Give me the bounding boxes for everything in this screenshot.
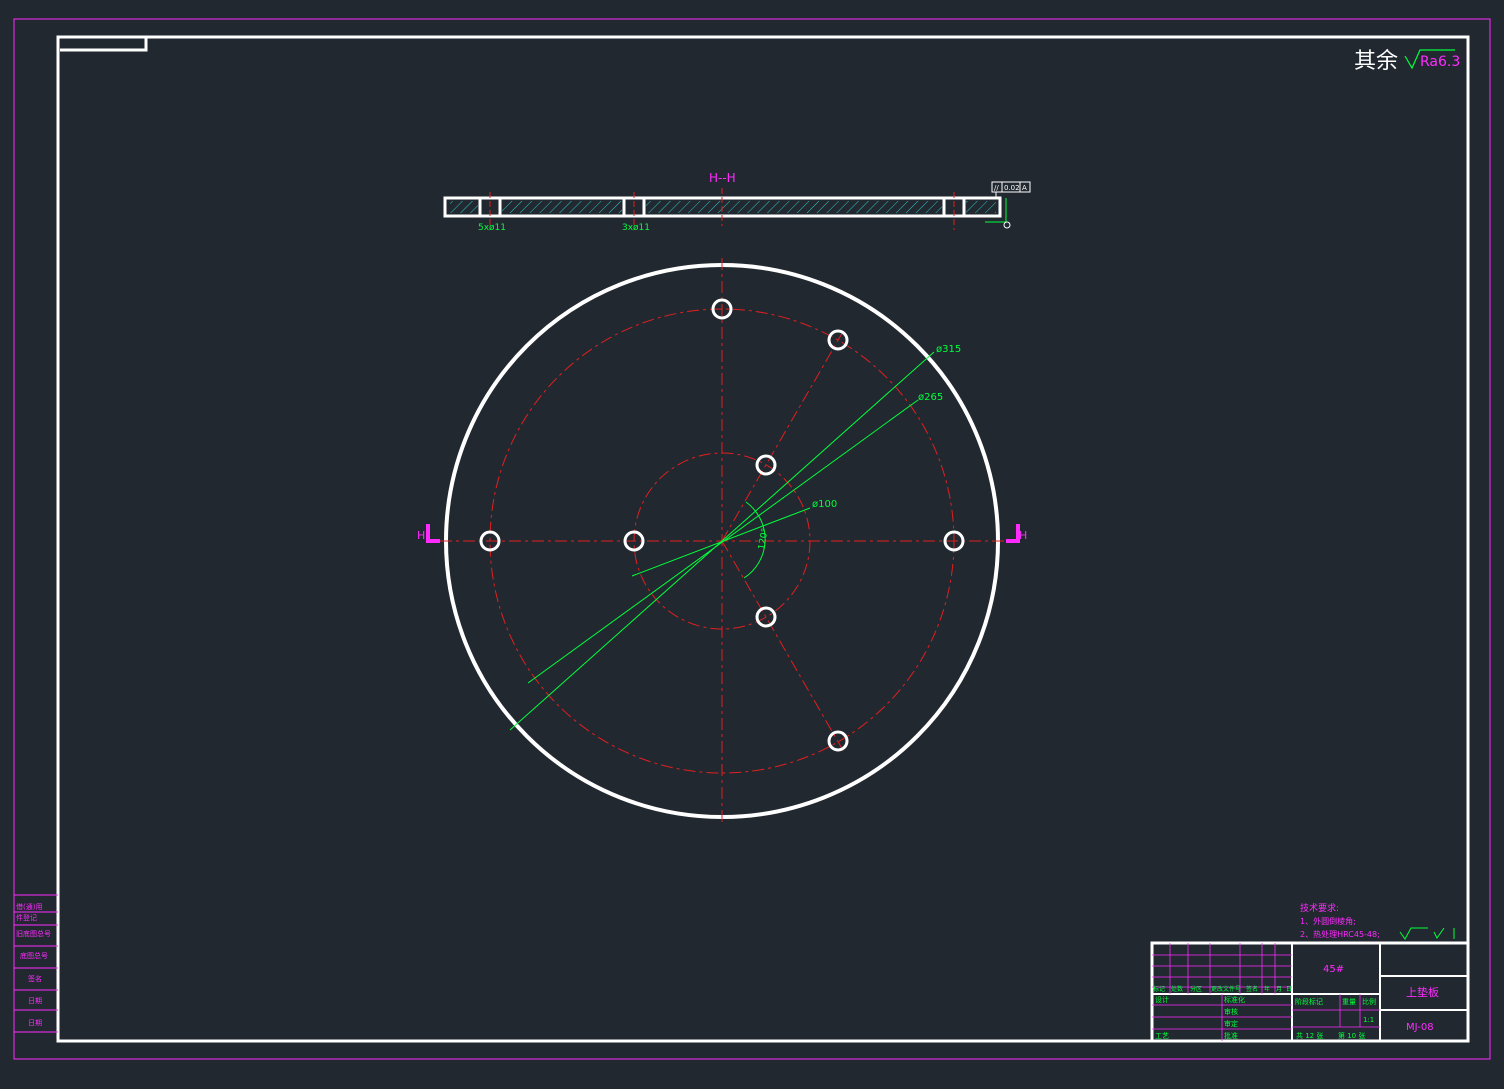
- datum-icon: [1003, 221, 1011, 229]
- rev-h-7: 月: [1276, 986, 1282, 993]
- section-hatch-b: [502, 201, 622, 213]
- section-marker-right-label: H: [1019, 529, 1027, 542]
- tolerance-symbol: //: [994, 184, 999, 192]
- tech-check-icon: [1433, 927, 1445, 939]
- section-marker-right: H: [1006, 524, 1027, 543]
- side-stamp: 借(通)用 件登记 旧底图总号 底图总号 签名 日期 日期: [14, 894, 58, 1033]
- section-marker-left-label: H: [417, 529, 425, 542]
- role-standard: 标准化: [1224, 995, 1245, 1004]
- section-title: H--H: [709, 171, 736, 185]
- rev-h-6: 年: [1264, 985, 1270, 993]
- title-block: 标记 处数 分区 更改文件号 签名 年 月 日 设计 标准化 审核 审定 工艺 …: [1150, 941, 1470, 1043]
- section-hatch-d: [966, 201, 996, 213]
- role-ratify: 批准: [1224, 1031, 1238, 1040]
- plan-view: ø315 ø265 ø100 120° H H: [417, 258, 1027, 822]
- rev-h-5: 签名: [1246, 985, 1258, 993]
- sheet-no: 第 10 张: [1338, 1031, 1365, 1040]
- tech-requirements: 技术要求: 1、外圆倒棱角; 2、热处理HRC45-48;: [1300, 902, 1455, 940]
- drawing-no: MJ-08: [1406, 1022, 1434, 1033]
- surface-roughness-note: 其余 Ra6.3: [1354, 49, 1460, 74]
- roughness-value: Ra6.3: [1420, 54, 1460, 70]
- stamp-row-7: 日期: [28, 1019, 42, 1027]
- stamp-row-1: 借(通)用: [16, 902, 42, 911]
- section-view: H--H 5xø11 3xø11 // 0.02 A: [443, 171, 1031, 233]
- tech-line-1: 1、外圆倒棱角;: [1300, 916, 1356, 926]
- scale-value: 1:1: [1363, 1016, 1374, 1024]
- dim-d100: ø100: [812, 499, 837, 510]
- tolerance-value: 0.02: [1004, 184, 1020, 192]
- rev-h-3: 分区: [1190, 985, 1202, 993]
- part-name: 上垫板: [1406, 985, 1439, 999]
- tolerance-datum: A: [1022, 184, 1027, 192]
- tech-title: 技术要求:: [1300, 902, 1339, 914]
- role-process: 工艺: [1155, 1032, 1169, 1040]
- rev-h-4: 更改文件号: [1211, 985, 1241, 993]
- rev-h-1: 标记: [1153, 985, 1165, 993]
- role-review: 审核: [1224, 1007, 1238, 1016]
- section-hatch-a: [450, 201, 478, 213]
- hole-callout-middle: 3xø11: [622, 223, 650, 233]
- rev-h-2: 处数: [1171, 985, 1183, 993]
- material: 45#: [1323, 964, 1344, 975]
- role-design: 设计: [1155, 995, 1169, 1004]
- stamp-row-2: 件登记: [16, 913, 37, 922]
- stamp-row-3: 旧底图总号: [16, 929, 51, 938]
- role-approve: 审定: [1224, 1019, 1238, 1028]
- dim-angle: 120°: [757, 527, 771, 550]
- stamp-row-5: 签名: [28, 974, 42, 983]
- cad-drawing-canvas: 其余 Ra6.3 H--H 5xø11 3xø11 // 0.02 A ø315…: [13, 18, 1491, 1060]
- stage-h-3: 比例: [1362, 997, 1376, 1006]
- sheet-total: 共 12 张: [1296, 1031, 1323, 1040]
- hole-callout-left: 5xø11: [478, 223, 506, 233]
- section-marker-left: H: [417, 524, 440, 543]
- sheet-outer-border: [13, 18, 1491, 1060]
- dim-d265: ø265: [918, 392, 943, 403]
- rev-h-8: 日: [1286, 986, 1292, 993]
- dim-d315: ø315: [936, 344, 961, 355]
- section-hatch-c: [646, 201, 942, 213]
- stage-h-1: 阶段标记: [1295, 997, 1323, 1006]
- tech-roughness-icon: [1399, 927, 1428, 940]
- stamp-row-4: 底图总号: [20, 951, 48, 960]
- stage-h-2: 重量: [1342, 998, 1356, 1006]
- roughness-label: 其余: [1354, 49, 1398, 74]
- tech-line-2: 2、热处理HRC45-48;: [1300, 929, 1380, 939]
- frame-corner-tab: [60, 37, 148, 52]
- stamp-row-6: 日期: [28, 997, 42, 1005]
